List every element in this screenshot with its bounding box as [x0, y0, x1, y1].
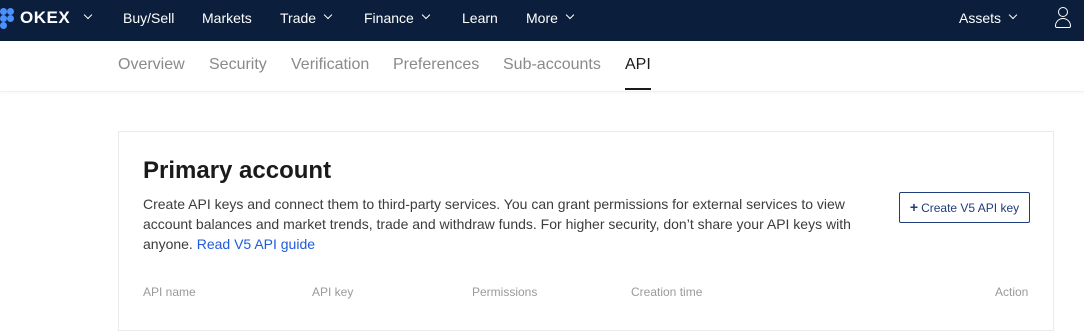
api-guide-link[interactable]: Read V5 API guide — [197, 236, 315, 252]
nav-assets[interactable]: Assets — [959, 10, 1018, 26]
column-header-api-name: API name — [143, 285, 196, 299]
okex-logo-icon — [0, 7, 20, 29]
create-api-key-button[interactable]: + Create V5 API key — [899, 192, 1030, 223]
page-title: Primary account — [143, 157, 332, 184]
nav-label: Learn — [462, 10, 498, 26]
nav-label: Assets — [959, 10, 1002, 26]
nav-label: Trade — [280, 10, 317, 26]
column-header-creation-time: Creation time — [631, 285, 703, 299]
nav-markets[interactable]: Markets — [202, 10, 252, 26]
tab-overview[interactable]: Overview — [118, 56, 185, 74]
brand-name: OKEX — [20, 8, 71, 27]
nav-learn[interactable]: Learn — [462, 10, 498, 26]
nav-label: Markets — [202, 10, 252, 26]
chevron-down-icon — [1008, 10, 1018, 20]
brand-logo[interactable]: OKEX — [0, 7, 93, 29]
top-navbar: OKEX Buy/Sell Markets Trade Finance Lear… — [0, 0, 1084, 41]
tab-api[interactable]: API — [625, 56, 651, 74]
tab-verification[interactable]: Verification — [291, 56, 369, 74]
column-header-permissions: Permissions — [472, 285, 538, 299]
chevron-down-icon — [323, 10, 333, 20]
nav-label: More — [526, 10, 558, 26]
tab-preferences[interactable]: Preferences — [393, 56, 479, 74]
plus-icon: + — [909, 198, 919, 215]
column-header-api-key: API key — [312, 285, 354, 299]
chevron-down-icon — [565, 10, 575, 20]
chevron-down-icon — [421, 10, 431, 20]
chevron-down-icon[interactable] — [83, 10, 93, 20]
nav-trade[interactable]: Trade — [280, 10, 333, 26]
nav-label: Buy/Sell — [123, 10, 175, 26]
column-header-action: Action — [995, 285, 1029, 299]
active-tab-indicator — [625, 88, 651, 90]
create-button-label: Create V5 API key — [921, 200, 1020, 215]
api-description: Create API keys and connect them to thir… — [143, 194, 873, 254]
tab-sub-accounts[interactable]: Sub-accounts — [503, 56, 601, 74]
nav-label: Finance — [364, 10, 414, 26]
account-tabs: Overview Security Verification Preferenc… — [0, 41, 1084, 92]
user-icon[interactable] — [1054, 7, 1072, 29]
nav-buy-sell[interactable]: Buy/Sell — [123, 10, 174, 26]
primary-account-card: Primary account Create API keys and conn… — [118, 131, 1054, 331]
nav-more[interactable]: More — [526, 10, 575, 26]
nav-finance[interactable]: Finance — [364, 10, 431, 26]
tab-security[interactable]: Security — [209, 56, 267, 74]
